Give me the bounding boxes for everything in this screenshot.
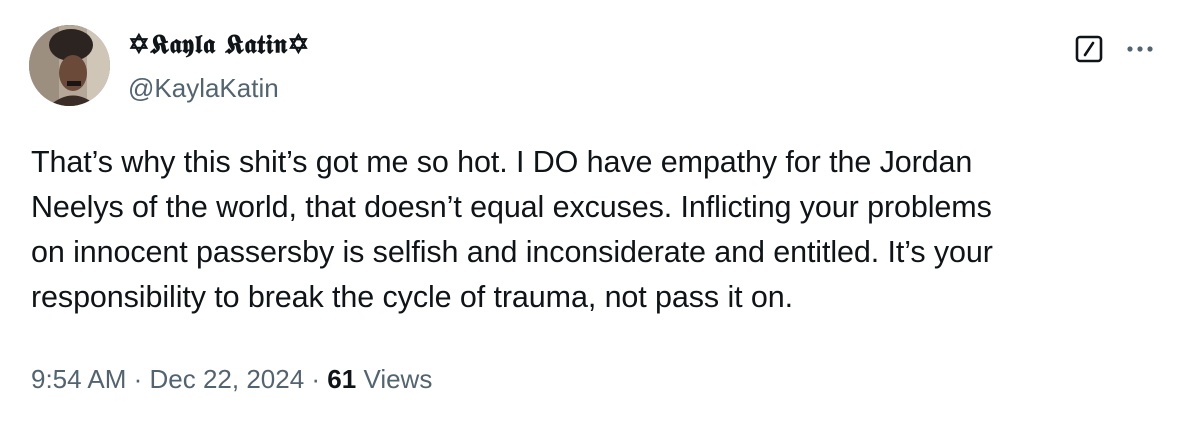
meta-separator: · bbox=[304, 364, 328, 394]
author-handle[interactable]: @KaylaKatin bbox=[128, 72, 279, 104]
views-link[interactable]: 61 Views bbox=[327, 364, 432, 394]
views-label: Views bbox=[356, 364, 433, 394]
author-display-name[interactable]: ✡𝕶𝖆𝖞𝖑𝖆 𝕶𝖆𝖙𝖎𝖓✡ bbox=[128, 29, 310, 61]
views-count: 61 bbox=[327, 364, 357, 394]
avatar-image bbox=[29, 25, 110, 106]
grok-button[interactable] bbox=[1071, 31, 1107, 67]
meta-separator: · bbox=[126, 364, 150, 394]
tweet-text-line: responsibility to break the cycle of tra… bbox=[31, 280, 793, 314]
tweet-timestamp-link[interactable]: 9:54 AM · Dec 22, 2024 bbox=[31, 364, 304, 394]
more-button[interactable] bbox=[1120, 31, 1160, 67]
tweet-meta: 9:54 AM · Dec 22, 2024 · 61 Views bbox=[31, 362, 432, 396]
tweet-text-line: on innocent passersby is selfish and inc… bbox=[31, 235, 993, 269]
tweet-time: 9:54 AM bbox=[31, 364, 127, 394]
avatar[interactable] bbox=[29, 25, 110, 106]
more-icon bbox=[1127, 46, 1153, 52]
tweet-text: That’s why this shit’s got me so hot. I … bbox=[31, 140, 1161, 320]
tweet-text-line: Neelys of the world, that doesn’t equal … bbox=[31, 190, 992, 224]
tweet-text-line: That’s why this shit’s got me so hot. I … bbox=[31, 145, 973, 179]
tweet-date: Dec 22, 2024 bbox=[149, 364, 305, 394]
tweet: ✡𝕶𝖆𝖞𝖑𝖆 𝕶𝖆𝖙𝖎𝖓✡ @KaylaKatin That’s why thi… bbox=[0, 0, 1185, 424]
grok-icon bbox=[1075, 35, 1103, 63]
